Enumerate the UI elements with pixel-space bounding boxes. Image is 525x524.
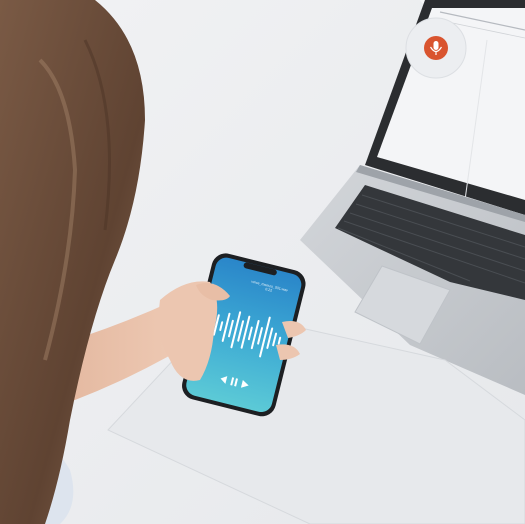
photo-scene: [0, 0, 525, 524]
microphone-glyph: [433, 41, 439, 50]
